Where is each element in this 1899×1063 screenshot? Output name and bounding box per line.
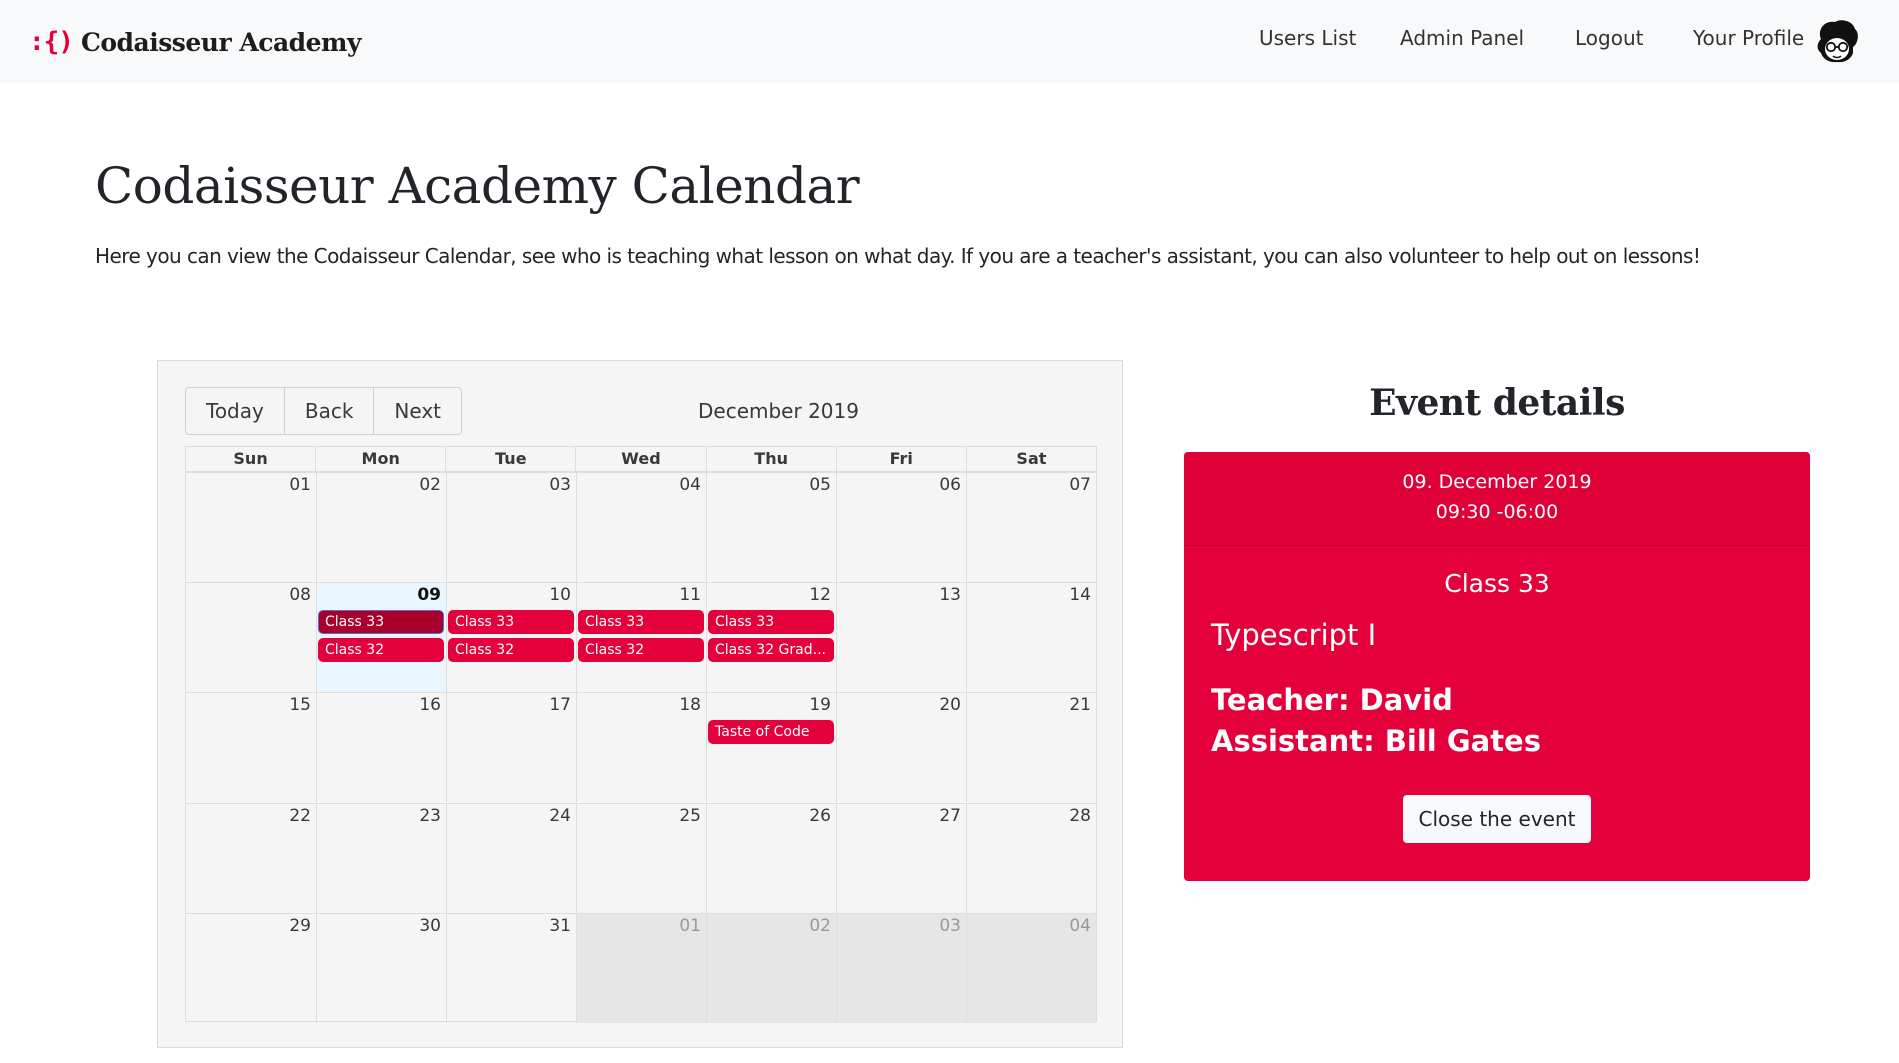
date-number[interactable]: 01	[186, 475, 311, 495]
date-number[interactable]: 14	[966, 585, 1091, 605]
date-number[interactable]: 31	[446, 916, 571, 936]
date-number[interactable]: 21	[966, 695, 1091, 715]
calendar-event[interactable]: Taste of Code	[708, 720, 834, 745]
event-details-card: 09. December 2019 09:30 -06:00 Class 33 …	[1184, 452, 1810, 881]
next-button[interactable]: Next	[374, 388, 461, 434]
calendar-toolbar: Today Back Next December 2019	[185, 387, 1097, 435]
weekday-header: Sun	[233, 449, 268, 468]
date-number[interactable]: 02	[316, 475, 441, 495]
brand-name: Codaisseur Academy	[80, 27, 362, 57]
date-number[interactable]: 10	[446, 585, 571, 605]
date-number[interactable]: 18	[576, 695, 701, 715]
close-event-button[interactable]: Close the event	[1403, 795, 1591, 843]
month-view: Sun Mon Tue Wed Thu Fri Sat 01 02 03 04 05 06…	[185, 446, 1097, 1023]
nav-link-your-profile[interactable]: Your Profile	[1693, 26, 1804, 50]
weekday-header-row: Sun Mon Tue Wed Thu Fri Sat	[186, 447, 1096, 472]
calendar-event[interactable]: Class 33	[708, 610, 834, 635]
date-number[interactable]: 08	[186, 585, 311, 605]
page-description: Here you can view the Codaisseur Calenda…	[95, 244, 1701, 268]
event-class-name: Class 33	[1444, 569, 1550, 598]
date-number[interactable]: 04	[576, 475, 701, 495]
codaisseur-logo-icon: :{)	[29, 27, 74, 57]
date-number[interactable]: 23	[316, 806, 441, 826]
calendar-event[interactable]: Class 32	[448, 638, 574, 663]
date-number[interactable]: 17	[446, 695, 571, 715]
date-number[interactable]: 03	[836, 916, 961, 936]
date-number[interactable]: 05	[706, 475, 831, 495]
calendar-event[interactable]: Class 33	[448, 610, 574, 635]
event-details-header: 09. December 2019 09:30 -06:00	[1184, 452, 1810, 546]
calendar-nav-buttons: Today Back Next	[185, 387, 462, 435]
date-number[interactable]: 09	[316, 585, 441, 605]
date-number[interactable]: 11	[576, 585, 701, 605]
date-number[interactable]: 13	[836, 585, 961, 605]
event-teacher: Teacher: David	[1211, 683, 1453, 717]
date-number[interactable]: 29	[186, 916, 311, 936]
calendar-event[interactable]: Class 33	[578, 610, 704, 635]
calendar-week-row: 22 23 24 25 26 27 28	[186, 802, 1096, 913]
nav-link-users-list[interactable]: Users List	[1259, 26, 1356, 50]
navbar: :{) Codaisseur Academy Users List Admin …	[0, 0, 1899, 83]
nav-link-logout[interactable]: Logout	[1575, 26, 1643, 50]
date-number[interactable]: 03	[446, 475, 571, 495]
date-number[interactable]: 26	[706, 806, 831, 826]
date-number[interactable]: 19	[706, 695, 831, 715]
date-number[interactable]: 01	[576, 916, 701, 936]
date-number[interactable]: 20	[836, 695, 961, 715]
calendar: Today Back Next December 2019 Sun Mon Tu…	[157, 360, 1123, 1048]
brand-link[interactable]: :{) Codaisseur Academy	[29, 22, 362, 62]
event-assistant: Assistant: Bill Gates	[1211, 724, 1541, 758]
date-number[interactable]: 16	[316, 695, 441, 715]
back-button[interactable]: Back	[285, 388, 375, 434]
nav-link-admin-panel[interactable]: Admin Panel	[1400, 26, 1524, 50]
date-number[interactable]: 24	[446, 806, 571, 826]
date-number[interactable]: 28	[966, 806, 1091, 826]
date-number[interactable]: 04	[966, 916, 1091, 936]
calendar-event[interactable]: Class 32	[318, 638, 444, 663]
date-number[interactable]: 27	[836, 806, 961, 826]
date-number[interactable]: 15	[186, 695, 311, 715]
date-number[interactable]: 06	[836, 475, 961, 495]
calendar-week-row: 29 30 31 01 02 03 04	[186, 912, 1096, 1023]
weekday-header: Fri	[835, 447, 966, 471]
calendar-week-row: 08 09 10 11 12 13 14 Class 33 Class 33 Class 33 Cl…	[186, 582, 1096, 693]
weekday-header: Thu	[705, 447, 836, 471]
date-number[interactable]: 07	[966, 475, 1091, 495]
weekday-header: Sat	[965, 447, 1096, 471]
event-time: 09:30 -06:00	[1435, 501, 1559, 523]
event-details-heading: Event details	[1369, 382, 1625, 424]
weekday-header: Wed	[575, 447, 705, 471]
avatar-icon[interactable]	[1813, 17, 1861, 65]
date-number[interactable]: 22	[186, 806, 311, 826]
calendar-month-label: December 2019	[698, 399, 859, 423]
calendar-event[interactable]: Class 32	[578, 638, 704, 663]
weekday-header: Mon	[315, 447, 445, 471]
page-title: Codaisseur Academy Calendar	[95, 157, 860, 215]
calendar-week-row: 01 02 03 04 05 06 07	[186, 472, 1096, 582]
date-number[interactable]: 12	[706, 585, 831, 605]
calendar-event[interactable]: Class 32 Grad...	[708, 638, 834, 663]
event-lesson: Typescript I	[1211, 618, 1377, 652]
date-number[interactable]: 25	[576, 806, 701, 826]
calendar-week-row: 15 16 17 18 19 20 21 Taste of Code	[186, 692, 1096, 803]
date-number[interactable]: 02	[706, 916, 831, 936]
calendar-event[interactable]: Class 33	[318, 610, 444, 635]
date-number[interactable]: 30	[316, 916, 441, 936]
weekday-header: Tue	[445, 447, 575, 471]
event-date: 09. December 2019	[1402, 471, 1592, 493]
today-button[interactable]: Today	[186, 388, 285, 434]
